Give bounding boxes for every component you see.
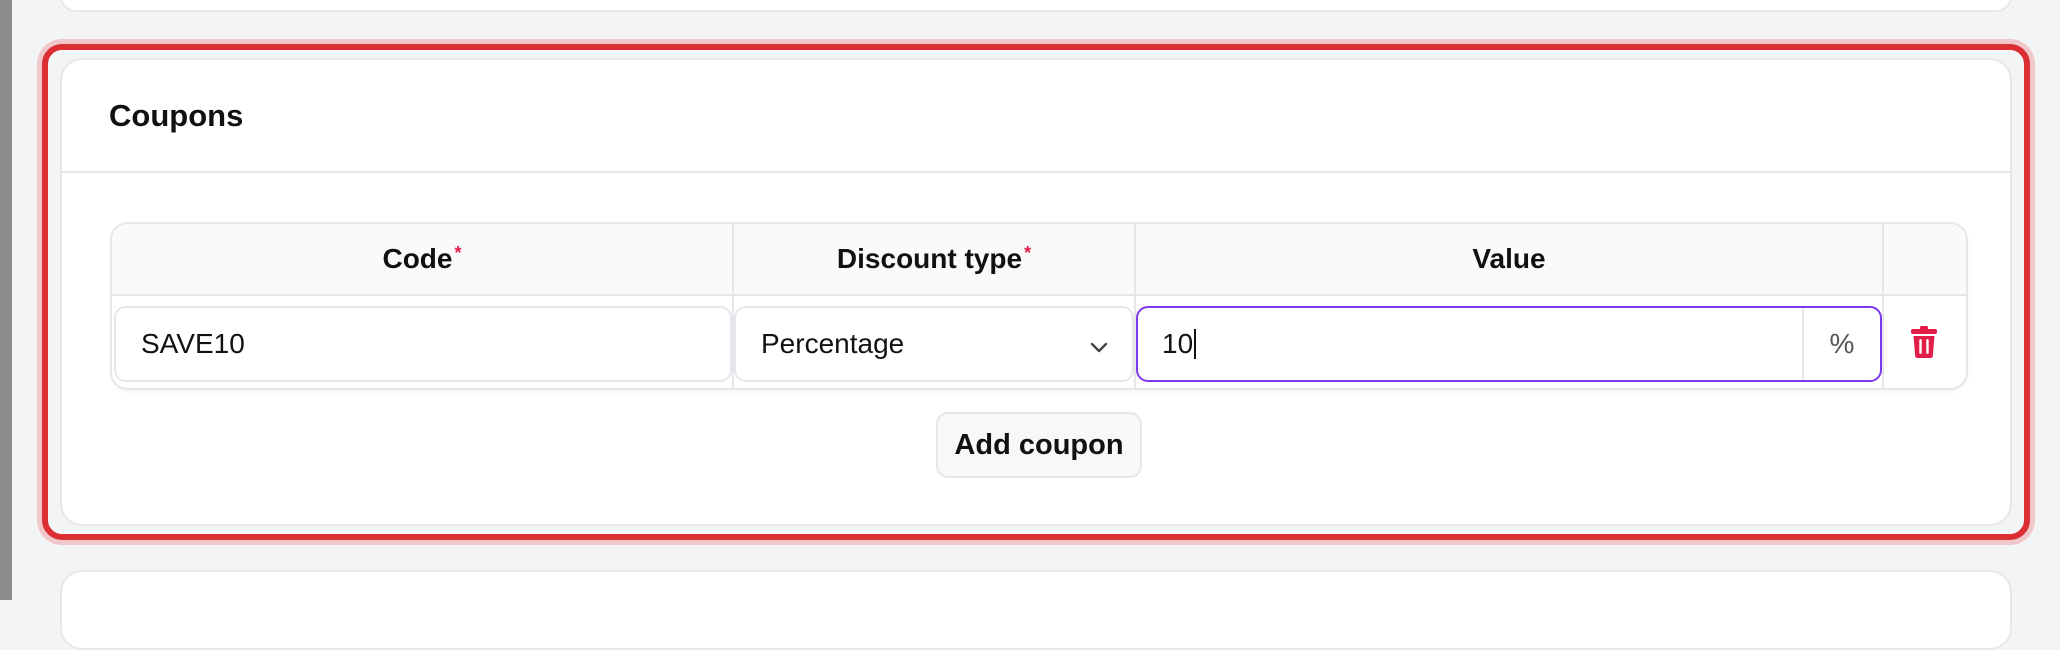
column-divider <box>1882 224 1884 388</box>
section-title: Coupons <box>109 97 244 133</box>
add-coupon-button[interactable]: Add coupon <box>936 412 1142 478</box>
coupons-repeater-table: Code * Discount type * Value SAVE10 Percen… <box>110 222 1968 390</box>
text-caret <box>1194 329 1197 359</box>
trash-icon <box>1910 325 1938 364</box>
column-header-label: Code <box>382 243 453 274</box>
value-suffix: % <box>1802 308 1880 380</box>
column-header-label: Discount type <box>836 243 1023 274</box>
window-edge <box>0 0 12 600</box>
coupon-value-field[interactable]: 10 % <box>1136 306 1882 382</box>
column-header-value: Value <box>1136 224 1882 294</box>
delete-row-button[interactable] <box>1902 322 1946 366</box>
previous-section-card <box>60 0 2012 12</box>
required-marker: * <box>454 242 462 263</box>
coupon-value-input[interactable]: 10 <box>1138 308 1802 380</box>
section-header: Coupons <box>62 60 2010 173</box>
column-header-discount-type: Discount type * <box>734 224 1134 294</box>
add-coupon-label: Add coupon <box>954 428 1124 461</box>
next-section-card <box>60 570 2012 650</box>
table-header: Code * Discount type * Value <box>112 224 1966 296</box>
required-marker: * <box>1024 242 1032 263</box>
column-header-code: Code * <box>112 224 732 294</box>
coupon-value-text: 10 <box>1162 328 1194 359</box>
discount-type-value: Percentage <box>761 328 905 359</box>
coupons-section: Coupons Code * Discount type * Value SAVE1… <box>60 58 2012 526</box>
chevron-down-icon <box>1088 333 1110 355</box>
coupon-code-value: SAVE10 <box>141 328 245 359</box>
discount-type-select[interactable]: Percentage <box>734 306 1134 382</box>
column-header-label: Value <box>1472 243 1546 274</box>
coupon-code-input[interactable]: SAVE10 <box>114 306 732 382</box>
